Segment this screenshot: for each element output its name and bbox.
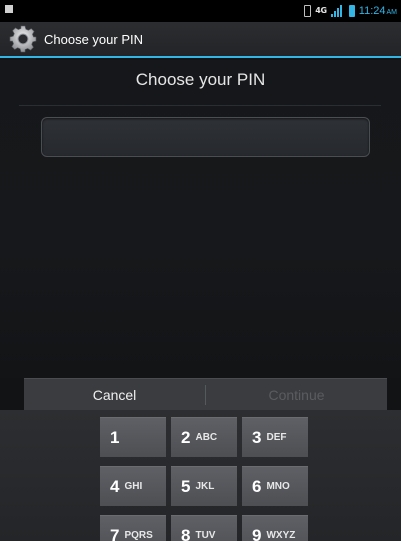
clock: 11:24AM [359,5,397,17]
key-4[interactable]: 4 GHI [100,466,166,506]
action-bar-title: Choose your PIN [44,31,143,47]
page-title: Choose your PIN [135,70,266,89]
key-digit: 6 [252,476,262,496]
key-digit: 8 [181,525,191,541]
key-8[interactable]: 8 TUV [171,515,237,541]
sim-icon [304,5,312,17]
pin-input[interactable] [41,117,370,157]
key-letters: JKL [195,481,215,492]
key-digit: 7 [110,525,120,541]
key-7[interactable]: 7 PQRS [100,515,166,541]
notification-icon [5,5,13,13]
screen: 4G 11:24AM Choose your PIN Choose your P… [0,0,401,541]
key-digit: 9 [252,525,262,541]
key-digit: 4 [110,476,120,496]
status-bar: 4G 11:24AM [0,0,401,22]
clock-ampm: AM [386,9,398,16]
key-2[interactable]: 2 ABC [171,417,237,457]
divider [19,105,381,106]
network-type-icon: 4G [315,6,327,15]
status-icons: 4G 11:24AM [304,3,397,19]
key-letters: PQRS [124,530,153,541]
button-bar: Cancel Continue [24,378,387,410]
key-letters: MNO [266,481,290,492]
key-digit: 3 [252,427,262,447]
signal-icon [330,5,345,17]
key-digit: 1 [110,427,120,447]
continue-button[interactable]: Continue [206,379,387,410]
key-letters: WXYZ [266,530,296,541]
key-9[interactable]: 9 WXYZ [242,515,308,541]
key-5[interactable]: 5 JKL [171,466,237,506]
content: Choose your PIN [0,60,401,378]
key-letters: GHI [124,481,143,492]
gear-icon[interactable] [8,24,38,54]
key-1[interactable]: 1 [100,417,166,457]
key-letters: ABC [195,432,218,443]
key-3[interactable]: 3 DEF [242,417,308,457]
key-digit: 5 [181,476,191,496]
action-bar: Choose your PIN [0,22,401,58]
key-letters: DEF [266,432,287,443]
key-letters: TUV [195,530,216,541]
numeric-keypad: 1 2 ABC 3 DEF 4 GHI 5 JKL 6 MNO 7 PQRS 8 [0,410,401,541]
key-6[interactable]: 6 MNO [242,466,308,506]
clock-time: 11:24 [358,5,386,17]
battery-icon [348,5,355,17]
cancel-button[interactable]: Cancel [24,379,205,410]
key-digit: 2 [181,427,191,447]
